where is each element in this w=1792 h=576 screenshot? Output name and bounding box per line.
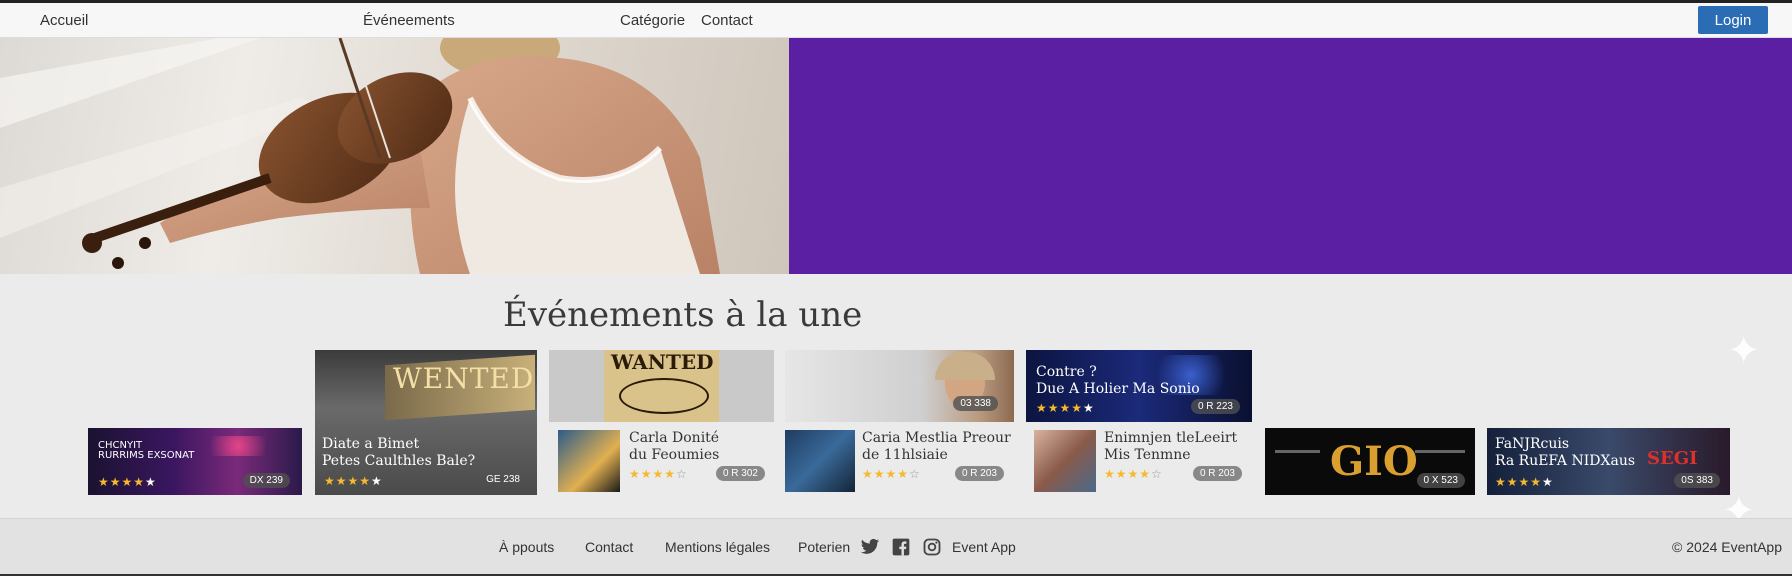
nav-category-link[interactable]: Catégorie bbox=[620, 12, 685, 29]
poster-image: WANTED bbox=[549, 350, 774, 422]
rating-stars: ★★★★☆ bbox=[862, 467, 921, 481]
rating-stars: ★★★★☆ bbox=[1104, 467, 1163, 481]
nav-contact-link[interactable]: Contact bbox=[701, 12, 753, 29]
event-code-badge: 0 R 203 bbox=[954, 466, 1004, 481]
event-code-badge-top: 03 338 bbox=[953, 396, 998, 411]
card-title-line2: Due A Holier Ma Sonio bbox=[1036, 381, 1200, 397]
event-code-badge: 0 R 302 bbox=[715, 466, 765, 481]
card-title-line2: du Feoumies bbox=[629, 447, 720, 463]
text-line-decor bbox=[1415, 450, 1465, 453]
rating-stars: ★★★★★ bbox=[98, 475, 157, 489]
card-title-line2: Mis Tenmne bbox=[1104, 447, 1191, 463]
event-card[interactable]: Enimnjen tleLeeirt Mis Tenmne ★★★★☆ 0 R … bbox=[1026, 422, 1252, 495]
instagram-icon[interactable] bbox=[922, 537, 942, 557]
facebook-icon[interactable] bbox=[891, 537, 911, 557]
hero-violinist-image bbox=[0, 38, 789, 274]
event-card[interactable]: CHCNYIT RURRIMS EXSONAT ★★★★★ DX 239 bbox=[88, 428, 302, 495]
footer-about-link[interactable]: À ppouts bbox=[499, 539, 554, 555]
stage-lights bbox=[198, 436, 278, 456]
nav-events-link[interactable]: Événeements bbox=[363, 12, 455, 29]
top-navbar: Accueil Événeements Catégorie Contact Lo… bbox=[0, 3, 1792, 38]
rating-stars: ★★★★☆ bbox=[629, 467, 688, 481]
event-logo: GIO bbox=[1330, 438, 1418, 485]
sparkle-icon: ✦ bbox=[1727, 329, 1761, 373]
singer-image bbox=[785, 350, 1014, 422]
rating-stars: ★★★★★ bbox=[1495, 475, 1554, 489]
hero-purple-panel bbox=[789, 38, 1792, 274]
event-thumbnail bbox=[785, 430, 855, 492]
nav-home-link[interactable]: Accueil bbox=[40, 12, 88, 29]
violinist-illustration bbox=[0, 38, 720, 274]
poster-text: WENTED bbox=[393, 362, 535, 395]
event-card[interactable]: 03 338 Caria Mestlia Preour de 11hlsiaie… bbox=[785, 350, 1014, 495]
card-title-line2: Petes Caulthles Bale? bbox=[322, 453, 476, 469]
twitter-icon[interactable] bbox=[860, 537, 880, 557]
footer-contact-link[interactable]: Contact bbox=[585, 539, 633, 555]
page-footer: À ppouts Contact Mentions légales Poteri… bbox=[0, 518, 1792, 576]
card-title-line1: Carla Donité bbox=[629, 430, 720, 446]
event-thumbnail bbox=[558, 430, 620, 492]
footer-brand-link[interactable]: Event App bbox=[952, 539, 1016, 555]
hero-banner bbox=[0, 38, 1792, 274]
card-title-line1: Contre ? bbox=[1036, 364, 1097, 380]
card-title-line1: Enimnjen tleLeeirt bbox=[1104, 430, 1238, 446]
event-card[interactable]: WANTED Carla Donité du Feoumies ★★★★☆ 0 … bbox=[549, 350, 774, 495]
card-title-line1: Caria Mestlia Preour bbox=[862, 430, 1011, 446]
event-card[interactable]: GIO 0 X 523 bbox=[1265, 428, 1475, 495]
event-code-badge: 0 R 223 bbox=[1190, 399, 1240, 414]
event-code-badge: GE 238 bbox=[486, 474, 520, 485]
text-line-decor bbox=[1275, 450, 1320, 453]
event-code-badge: DX 239 bbox=[242, 473, 290, 488]
event-thumbnail bbox=[1034, 430, 1096, 492]
rating-stars: ★★★★★ bbox=[1036, 401, 1095, 415]
rating-stars: ★★★★★ bbox=[324, 474, 383, 488]
footer-partners-link[interactable]: Poterien bbox=[798, 539, 850, 555]
event-logo: SEGI bbox=[1647, 448, 1698, 469]
event-card[interactable]: Contre ? Due A Holier Ma Sonio ★★★★★ 0 R… bbox=[1026, 350, 1252, 422]
event-code-badge: 0 X 523 bbox=[1416, 473, 1465, 488]
footer-legal-link[interactable]: Mentions légales bbox=[665, 539, 770, 555]
poster-text: WANTED bbox=[611, 350, 714, 374]
event-card[interactable]: FaNJRcuis Ra RuEFA NIDXaus SEGI ★★★★★ 0S… bbox=[1487, 428, 1730, 495]
card-title-line2: Ra RuEFA NIDXaus bbox=[1495, 453, 1636, 469]
featured-events-title: Événements à la une bbox=[503, 295, 863, 335]
event-code-badge: 0S 383 bbox=[1674, 473, 1720, 488]
event-card[interactable]: WENTED Diate a Bimet Petes Caulthles Bal… bbox=[315, 350, 537, 495]
card-title-line1: FaNJRcuis bbox=[1495, 436, 1570, 452]
card-title-line2: RURRIMS EXSONAT bbox=[98, 450, 195, 461]
card-title-line2: de 11hlsiaie bbox=[862, 447, 948, 463]
card-title-line1: Diate a Bimet bbox=[322, 436, 420, 452]
copyright-text: © 2024 EventApp bbox=[1672, 539, 1782, 555]
login-button[interactable]: Login bbox=[1698, 6, 1768, 34]
event-code-badge: 0 R 203 bbox=[1192, 466, 1242, 481]
